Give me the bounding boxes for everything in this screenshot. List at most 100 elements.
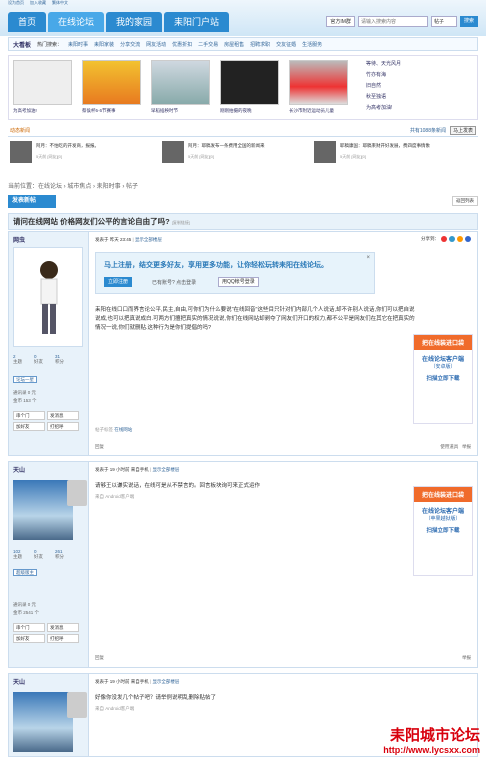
avatar[interactable] — [13, 692, 73, 752]
show-all-floors-link[interactable]: 显示全部楼层 — [152, 679, 179, 684]
news-text[interactable]: 耶稿康国：耶稿耒财开好发展，费四度事情象 — [340, 143, 430, 149]
post-news-button[interactable]: 马上发表 — [449, 126, 476, 135]
stat-points[interactable]: 31 积分 — [55, 354, 64, 365]
photo-caption[interactable]: 早稻插秧时节 — [151, 108, 210, 114]
hot-item[interactable]: 招聘求职 — [250, 41, 270, 48]
visit-button[interactable]: 串个门 — [13, 411, 45, 420]
set-home-link[interactable]: 设为首页 — [8, 0, 24, 6]
avatar[interactable] — [13, 247, 83, 347]
news-text[interactable]: 阿月：不怕吃的开发商，报报。 — [36, 143, 99, 149]
hot-item[interactable]: 优惠折扣 — [172, 41, 192, 48]
stat-threads[interactable]: 102 主题 — [13, 549, 22, 560]
report-button[interactable]: 举报 — [462, 655, 471, 661]
hot-item[interactable]: 二手交易 — [198, 41, 218, 48]
traditional-link[interactable]: 繁体中文 — [52, 0, 68, 6]
photo-item[interactable]: 刚刚拍摄的夜晚 — [220, 60, 279, 118]
back-to-list-button[interactable]: 返回列表 — [452, 196, 478, 206]
photo-item[interactable]: 早稻插秧时节 — [151, 60, 210, 118]
message-button[interactable]: 发消息 — [47, 411, 79, 420]
news-more-link[interactable]: 共有1088条新闻 — [410, 125, 446, 137]
author-name[interactable]: 天山 — [13, 677, 25, 686]
avatar[interactable] — [10, 141, 32, 163]
photo-thumb[interactable] — [13, 60, 72, 105]
photo-thumb[interactable] — [220, 60, 279, 105]
login-link[interactable]: 已有账号? 点击登录 — [152, 279, 196, 286]
photo-caption[interactable]: 蔡侯杯5·6节赛事 — [82, 108, 141, 114]
post-source[interactable]: 来自 Android客户端 — [95, 494, 134, 500]
tag-link[interactable]: 在线网站 — [114, 427, 132, 432]
add-fav-link[interactable]: 加入收藏 — [30, 0, 46, 6]
hot-item[interactable]: 房屋租售 — [224, 41, 244, 48]
register-button[interactable]: 立即注册 — [104, 277, 133, 287]
stat-threads[interactable]: 2 主题 — [13, 354, 22, 365]
avatar[interactable] — [162, 141, 184, 163]
side-list-item[interactable]: 等待、天光风月 — [366, 59, 401, 70]
stat-friends[interactable]: 0 好友 — [34, 354, 43, 365]
tools-button[interactable]: 使用道具 — [440, 444, 458, 449]
news-item[interactable]: 阿月：不怕吃的开发商，报报。 5天前 [网友][0] — [10, 141, 160, 165]
hot-item[interactable]: 分享交流 — [120, 41, 140, 48]
rank-badge[interactable]: 超级版主 — [13, 569, 37, 576]
stat-friends[interactable]: 0 好友 — [34, 549, 43, 560]
side-list-item[interactable]: 旧自然 — [366, 81, 401, 92]
share-tqq-icon[interactable] — [457, 236, 463, 242]
share-renren-icon[interactable] — [465, 236, 471, 242]
news-text[interactable]: 阿月：耶稿发布一条费用全国的新闻来 — [188, 143, 265, 149]
search-button[interactable]: 搜索 — [459, 16, 478, 27]
nav-portal[interactable]: 耒阳门户站 — [164, 12, 230, 32]
show-all-floors-link[interactable]: 显示全部楼层 — [152, 467, 179, 472]
avatar[interactable] — [13, 480, 73, 540]
share-qzone-icon[interactable] — [449, 236, 455, 242]
app-ad-android[interactable]: 把在线装进口袋 在线论坛客户端 （安卓版） 扫描立即下载 — [413, 334, 473, 424]
avatar[interactable] — [314, 141, 336, 163]
author-name[interactable]: 天山 — [13, 465, 25, 474]
news-item[interactable]: 耶稿康国：耶稿耒财开好发展，费四度事情象 5天前 [网友][0] — [314, 141, 464, 165]
share-weibo-icon[interactable] — [441, 236, 447, 242]
side-list-item[interactable]: 秋至独语 — [366, 92, 401, 103]
news-item[interactable]: 阿月：耶稿发布一条费用全国的新闻来 5天前 [网友][0] — [162, 141, 312, 165]
photo-caption[interactable]: 为高考加油! — [13, 108, 72, 114]
side-list-item[interactable]: 为高考加油! — [366, 103, 401, 114]
add-friend-button[interactable]: 加好友 — [13, 634, 45, 643]
author-name[interactable]: 网虫 — [13, 235, 25, 244]
new-thread-button[interactable]: 发表新帖 — [8, 195, 56, 208]
breadcrumb[interactable]: 当前位置：在线论坛 › 城市焦点 › 耒阳时事 › 帖子 — [8, 181, 138, 190]
ad-download[interactable]: 扫描立即下载 — [414, 374, 472, 382]
hot-item[interactable]: 耒阳家装 — [94, 41, 114, 48]
nav-home[interactable]: 首页 — [8, 12, 47, 32]
show-all-floors-link[interactable]: 显示全部楼层 — [135, 237, 162, 242]
report-button[interactable]: 举报 — [462, 444, 471, 449]
nav-forum[interactable]: 在线论坛 — [48, 12, 105, 32]
greet-button[interactable]: 打招呼 — [47, 634, 79, 643]
copy-link[interactable]: [复制链接] — [172, 220, 190, 225]
hot-item[interactable]: 交友征婚 — [276, 41, 296, 48]
search-input[interactable] — [357, 16, 428, 27]
close-icon[interactable]: × — [366, 255, 370, 261]
rank-badge[interactable]: 论坛一星 — [13, 376, 37, 383]
post-source[interactable]: 来自 Android客户端 — [95, 706, 134, 712]
photo-thumb[interactable] — [151, 60, 210, 105]
photo-item[interactable]: 蔡侯杯5·6节赛事 — [82, 60, 141, 118]
hot-item[interactable]: 生活服务 — [302, 41, 322, 48]
qq-login-button[interactable]: 用QQ帐号登录 — [218, 277, 259, 287]
add-friend-button[interactable]: 加好友 — [13, 422, 45, 431]
photo-caption[interactable]: 长沙市附近运动员儿童 — [289, 108, 348, 114]
photo-item[interactable]: 长沙市附近运动员儿童 — [289, 60, 348, 118]
photo-caption[interactable]: 刚刚拍摄的夜晚 — [220, 108, 279, 114]
im-group-link[interactable]: 官方IM群 — [326, 16, 355, 27]
reply-button[interactable]: 回复 — [95, 444, 104, 450]
photo-item[interactable]: 为高考加油! — [13, 60, 72, 118]
photo-thumb[interactable] — [82, 60, 141, 105]
search-scope-select[interactable]: 帖子 — [430, 16, 457, 27]
ad-download[interactable]: 扫描立即下载 — [414, 526, 472, 534]
hot-item[interactable]: 耒阳时事 — [68, 41, 88, 48]
message-button[interactable]: 发消息 — [47, 623, 79, 632]
app-ad-ios[interactable]: 把在线装进口袋 在线论坛客户端 （苹果越狱版） 扫描立即下载 — [413, 486, 473, 576]
hot-item[interactable]: 网友活动 — [146, 41, 166, 48]
reply-button[interactable]: 回复 — [95, 655, 104, 661]
visit-button[interactable]: 串个门 — [13, 623, 45, 632]
nav-home-space[interactable]: 我的家园 — [106, 12, 163, 32]
stat-points[interactable]: 261 积分 — [55, 549, 64, 560]
side-list-item[interactable]: 竹亦有海 — [366, 70, 401, 81]
photo-thumb[interactable] — [289, 60, 348, 105]
